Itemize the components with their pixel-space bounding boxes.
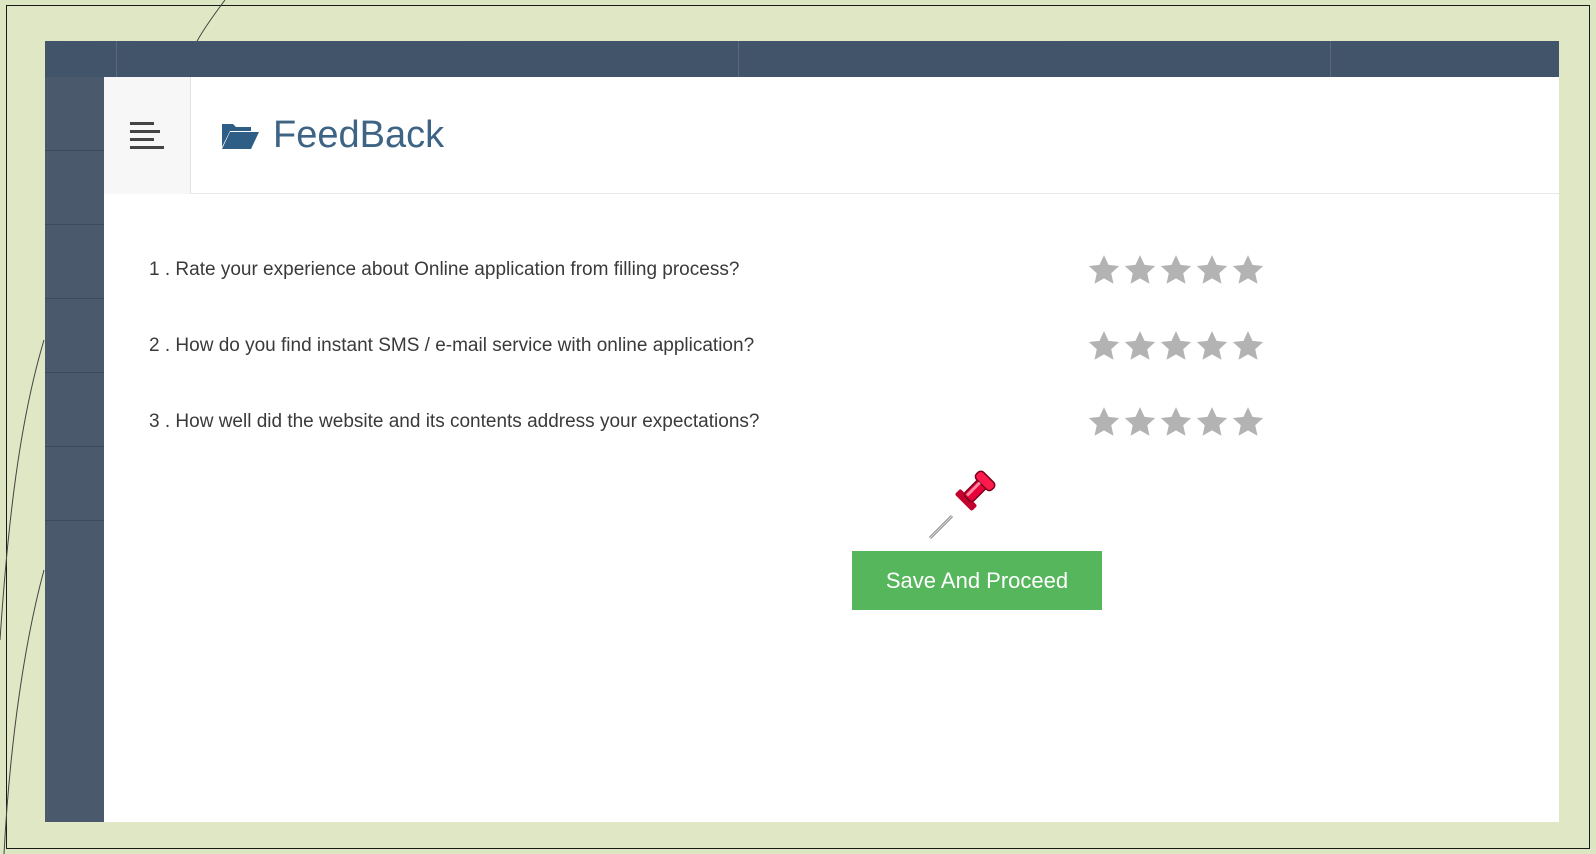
star-icon[interactable] xyxy=(1123,405,1157,439)
folder-open-icon xyxy=(222,124,259,149)
star-icon[interactable] xyxy=(1087,405,1121,439)
sidebar-item[interactable] xyxy=(45,77,104,151)
main-content: FeedBack 1 . Rate your experience about … xyxy=(104,76,1559,822)
actions: Save And Proceed xyxy=(852,551,1102,610)
page-title-group: FeedBack xyxy=(221,114,444,157)
star-icon[interactable] xyxy=(1195,405,1229,439)
star-icon[interactable] xyxy=(1159,405,1193,439)
star-rating xyxy=(1087,405,1265,439)
star-icon[interactable] xyxy=(1195,253,1229,287)
star-icon[interactable] xyxy=(1087,329,1121,363)
top-navigation: ▀▀▀ ▀▀▀▀▀▀▀▀▀▀▀▀▀▀▀▀▀▀▀▀▀▀▀▀▀▀▀▀▀▀▀▀ ▀▀▀… xyxy=(45,41,1559,77)
menu-toggle-button[interactable] xyxy=(104,76,191,194)
pushpin-icon xyxy=(928,470,996,540)
top-nav-item[interactable]: ▀▀▀ xyxy=(45,41,117,77)
sidebar-item[interactable] xyxy=(45,447,104,521)
top-nav-item[interactable]: ▀▀▀▀▀▀▀▀▀▀▀▀▀▀▀▀▀▀▀▀▀▀▀▀▀▀▀▀▀▀▀▀ xyxy=(117,41,739,77)
app-window: ▀▀▀ ▀▀▀▀▀▀▀▀▀▀▀▀▀▀▀▀▀▀▀▀▀▀▀▀▀▀▀▀▀▀▀▀ ▀▀▀… xyxy=(45,41,1559,822)
star-icon[interactable] xyxy=(1123,253,1157,287)
page-title: FeedBack xyxy=(273,113,445,156)
star-icon[interactable] xyxy=(1195,329,1229,363)
star-icon[interactable] xyxy=(1159,329,1193,363)
star-rating xyxy=(1087,253,1265,287)
feedback-questions: 1 . Rate your experience about Online ap… xyxy=(104,194,1559,460)
question-text: 2 . How do you find instant SMS / e-mail… xyxy=(149,335,755,356)
sidebar-item[interactable] xyxy=(45,299,104,373)
hamburger-icon xyxy=(130,121,164,149)
star-rating xyxy=(1087,329,1265,363)
question-row: 2 . How do you find instant SMS / e-mail… xyxy=(149,308,1559,384)
star-icon[interactable] xyxy=(1231,405,1265,439)
star-icon[interactable] xyxy=(1231,253,1265,287)
top-nav-item[interactable]: ▀▀▀▀▀▀▀▀▀▀▀▀▀▀▀▀▀▀▀▀▀▀▀▀▀▀▀▀▀▀ xyxy=(739,41,1331,77)
question-row: 3 . How well did the website and its con… xyxy=(149,384,1559,460)
page-header: FeedBack xyxy=(104,76,1559,194)
star-icon[interactable] xyxy=(1159,253,1193,287)
sidebar-item[interactable] xyxy=(45,151,104,225)
star-icon[interactable] xyxy=(1231,329,1265,363)
question-text: 1 . Rate your experience about Online ap… xyxy=(149,259,740,280)
star-icon[interactable] xyxy=(1123,329,1157,363)
sidebar-item[interactable] xyxy=(45,225,104,299)
star-icon[interactable] xyxy=(1087,253,1121,287)
save-and-proceed-button[interactable]: Save And Proceed xyxy=(852,551,1102,610)
sidebar xyxy=(45,77,104,822)
question-text: 3 . How well did the website and its con… xyxy=(149,411,760,432)
sidebar-item[interactable] xyxy=(45,373,104,447)
question-row: 1 . Rate your experience about Online ap… xyxy=(149,232,1559,308)
